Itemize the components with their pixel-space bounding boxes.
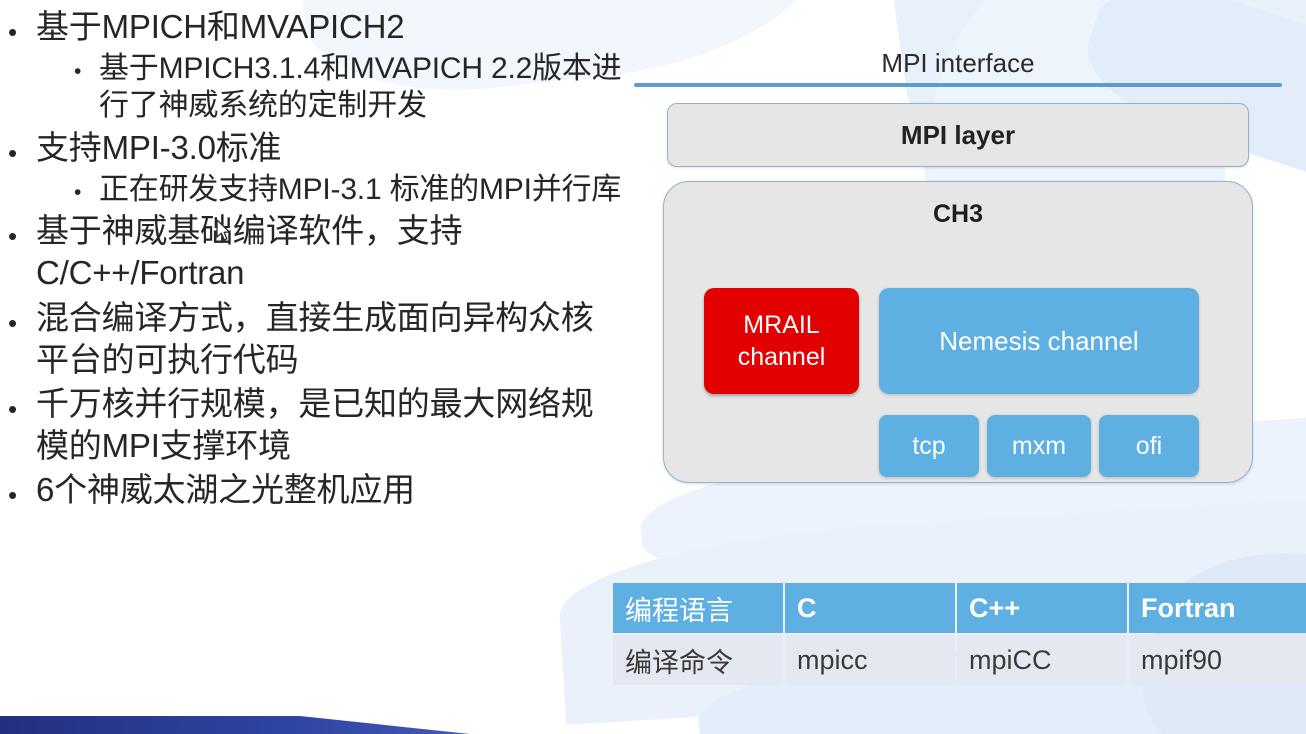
bullet-icon: • [8,137,18,168]
bullet-text: 正在研发支持MPI-3.1 标准的MPI并行库 [99,172,622,206]
bottom-accent-bar [0,716,470,734]
slide-canvas: • 基于MPICH和MVAPICH2 • 基于MPICH3.1.4和MVAPIC… [0,0,1306,734]
table-header-cell-fortran: Fortran [1129,583,1306,633]
mrail-channel-box: MRAIL channel [704,288,859,394]
bullet-icon: • [8,393,18,424]
tcp-box: tcp [879,415,979,477]
list-item: • 基于神威基础编译软件，支持C/C++/Fortran [0,210,624,294]
list-item: • 混合编译方式，直接生成面向异构众核平台的可执行代码 [0,297,624,381]
bullet-icon: • [8,307,18,338]
bullet-text: 基于MPICH和MVAPICH2 [36,8,405,45]
list-item: • 正在研发支持MPI-3.1 标准的MPI并行库 [0,171,624,208]
mpi-layer-label: MPI layer [900,119,1016,150]
table-header-cell-c: C [785,583,955,633]
mxm-box: mxm [987,415,1091,477]
ofi-box: ofi [1099,415,1199,477]
compiler-command-table: 编程语言 C C++ Fortran 编译命令 mpicc mpiCC mpif… [611,581,1306,687]
ofi-label: ofi [1135,431,1163,460]
mrail-label-line2: channel [737,343,826,371]
bullet-icon: • [8,17,18,47]
bullet-text: 混合编译方式，直接生成面向异构众核平台的可执行代码 [36,298,594,378]
table-header-cell-cpp: C++ [957,583,1127,633]
ch3-label: CH3 [932,200,983,228]
list-item: • 千万核并行规模，是已知的最大网络规模的MPI支撑环境 [0,383,624,467]
table-cell-mpicpp: mpiCC [957,635,1127,685]
nemesis-label: Nemesis channel [939,325,1139,356]
table-cell-command-label: 编译命令 [613,635,783,685]
mxm-label: mxm [1011,431,1067,460]
bullet-text: 基于MPICH3.1.4和MVAPICH 2.2版本进行了神威系统的定制开发 [99,52,622,123]
mrail-label-line1: MRAIL [743,311,820,339]
list-item: • 6个神威太湖之光整机应用 [0,469,624,511]
bullet-list: • 基于MPICH和MVAPICH2 • 基于MPICH3.1.4和MVAPIC… [0,0,624,514]
mouse-cursor-icon [216,219,231,241]
list-item: • 支持MPI-3.0标准 [0,127,624,169]
bullet-text: 支持MPI-3.0标准 [36,128,282,166]
mpi-layer-box: MPI layer [667,103,1249,167]
bullet-icon: • [8,221,18,252]
tcp-label: tcp [912,431,946,460]
bullet-text: 千万核并行规模，是已知的最大网络规模的MPI支撑环境 [36,384,594,465]
nemesis-sublayer-row: tcp mxm ofi [879,415,1199,477]
table-cell-mpicc: mpicc [785,635,955,685]
bullet-icon: • [8,480,18,511]
bullet-text: 基于神威基础编译软件，支持C/C++/Fortran [36,212,463,292]
list-item: • 基于MPICH3.1.4和MVAPICH 2.2版本进行了神威系统的定制开发 [0,50,624,124]
bullet-icon: • [74,180,82,204]
nemesis-channel-box: Nemesis channel [879,288,1199,394]
mpi-architecture-diagram: MPI interface MPI layer CH3 MRAIL channe… [634,48,1282,483]
diagram-title: MPI interface [881,48,1035,78]
ch3-container: CH3 MRAIL channel Nemesis channel tcp mx… [663,181,1253,483]
table-row: 编译命令 mpicc mpiCC mpif90 [613,635,1306,685]
bullet-icon: • [74,60,82,84]
table-header-cell-language: 编程语言 [613,583,783,633]
title-divider [634,83,1282,87]
list-item: • 基于MPICH和MVAPICH2 [0,6,624,48]
bullet-text: 6个神威太湖之光整机应用 [36,471,415,509]
table-header-row: 编程语言 C C++ Fortran [613,583,1306,633]
table-cell-mpif90: mpif90 [1129,635,1306,685]
